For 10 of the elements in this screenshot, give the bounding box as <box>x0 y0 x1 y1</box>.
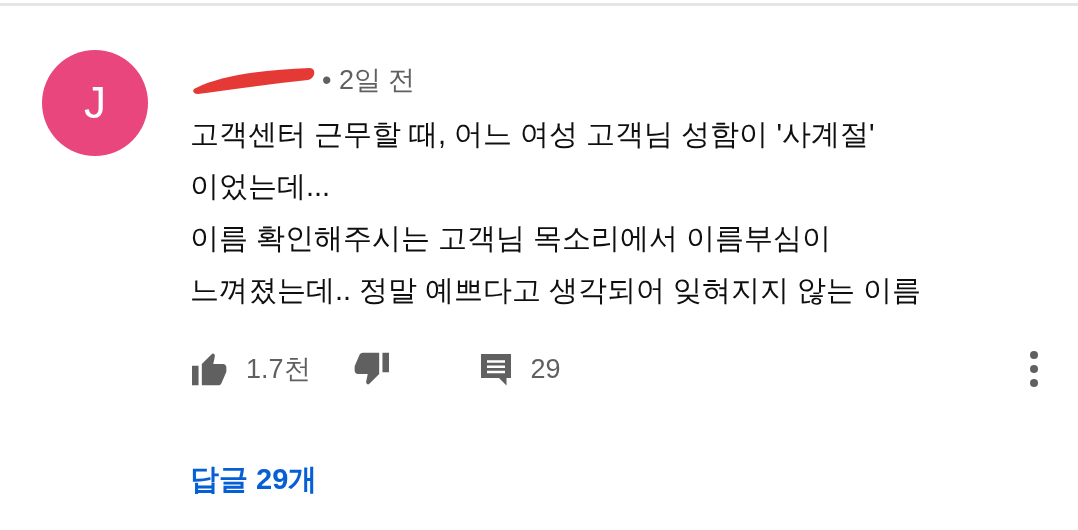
avatar[interactable]: J <box>42 50 148 156</box>
comment-time: • 2일 전 <box>322 63 416 97</box>
more-options-icon[interactable] <box>1028 350 1040 388</box>
like-count: 1.7천 <box>246 352 311 386</box>
comment-text-line: 이름 확인해주시는 고객님 목소리에서 이름부심이 <box>190 221 833 256</box>
replies-link[interactable]: 답글 29개 <box>190 458 318 502</box>
comment-text-line: 이었는데... <box>190 169 332 204</box>
reply-count: 29 <box>530 352 561 386</box>
comment-text-line: 고객센터 근무할 때, 어느 여성 고객님 성함이 '사계절' <box>190 117 876 152</box>
comment-text-line: 느껴졌는데.. 정말 예쁘다고 생각되어 잊혀지지 않는 이름 <box>190 273 923 308</box>
